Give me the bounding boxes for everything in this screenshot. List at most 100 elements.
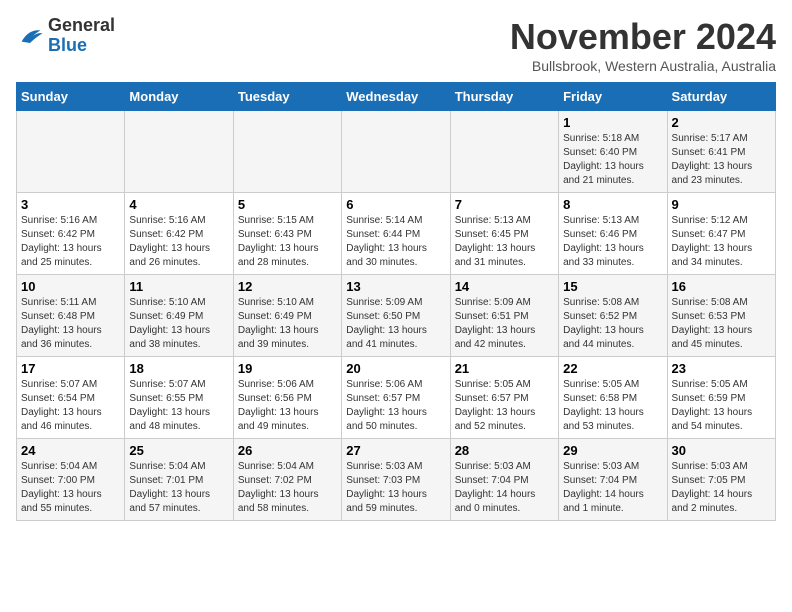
calendar-cell: 25 Sunrise: 5:04 AM Sunset: 7:01 PM Dayli… — [125, 439, 233, 521]
day-number: 6 — [346, 197, 445, 212]
header-sunday: Sunday — [17, 83, 125, 111]
day-number: 28 — [455, 443, 554, 458]
calendar-cell: 9 Sunrise: 5:12 AM Sunset: 6:47 PM Daylig… — [667, 193, 775, 275]
header-thursday: Thursday — [450, 83, 558, 111]
day-number: 26 — [238, 443, 337, 458]
calendar-cell: 3 Sunrise: 5:16 AM Sunset: 6:42 PM Daylig… — [17, 193, 125, 275]
calendar-cell: 11Sunrise: 5:10 AM Sunset: 6:49 PM Dayli… — [125, 275, 233, 357]
calendar-cell: 10 Sunrise: 5:11 AM Sunset: 6:48 PM Dayli… — [17, 275, 125, 357]
week-row-5: 24 Sunrise: 5:04 AM Sunset: 7:00 PM Dayli… — [17, 439, 776, 521]
calendar-cell: 16 Sunrise: 5:08 AM Sunset: 6:53 PM Dayli… — [667, 275, 775, 357]
day-info: Sunrise: 5:04 AM Sunset: 7:00 PM Dayligh… — [21, 460, 120, 516]
day-number: 19 — [238, 361, 337, 376]
week-row-2: 3 Sunrise: 5:16 AM Sunset: 6:42 PM Daylig… — [17, 193, 776, 275]
header-monday: Monday — [125, 83, 233, 111]
day-info: Sunrise: 5:05 AM Sunset: 6:58 PM Dayligh… — [563, 378, 662, 434]
day-number: 2 — [672, 115, 771, 130]
calendar-cell: 23Sunrise: 5:05 AM Sunset: 6:59 PM Dayli… — [667, 357, 775, 439]
day-number: 22 — [563, 361, 662, 376]
day-info: Sunrise: 5:18 AM Sunset: 6:40 PM Dayligh… — [563, 132, 662, 188]
calendar-header-row: SundayMondayTuesdayWednesdayThursdayFrid… — [17, 83, 776, 111]
day-number: 14 — [455, 279, 554, 294]
day-info: Sunrise: 5:16 AM Sunset: 6:42 PM Dayligh… — [21, 214, 120, 270]
day-info: Sunrise: 5:13 AM Sunset: 6:46 PM Dayligh… — [563, 214, 662, 270]
day-info: Sunrise: 5:06 AM Sunset: 6:56 PM Dayligh… — [238, 378, 337, 434]
day-number: 8 — [563, 197, 662, 212]
week-row-1: 1 Sunrise: 5:18 AM Sunset: 6:40 PM Daylig… — [17, 111, 776, 193]
calendar-cell: 26 Sunrise: 5:04 AM Sunset: 7:02 PM Dayli… — [233, 439, 341, 521]
header-saturday: Saturday — [667, 83, 775, 111]
calendar-cell: 21 Sunrise: 5:05 AM Sunset: 6:57 PM Dayli… — [450, 357, 558, 439]
logo-text: General Blue — [48, 16, 115, 56]
day-number: 3 — [21, 197, 120, 212]
week-row-3: 10 Sunrise: 5:11 AM Sunset: 6:48 PM Dayli… — [17, 275, 776, 357]
month-title: November 2024 — [510, 16, 776, 58]
day-number: 27 — [346, 443, 445, 458]
calendar-cell: 22 Sunrise: 5:05 AM Sunset: 6:58 PM Dayli… — [559, 357, 667, 439]
day-number: 4 — [129, 197, 228, 212]
day-info: Sunrise: 5:05 AM Sunset: 6:57 PM Dayligh… — [455, 378, 554, 434]
day-number: 12 — [238, 279, 337, 294]
day-info: Sunrise: 5:16 AM Sunset: 6:42 PM Dayligh… — [129, 214, 228, 270]
day-info: Sunrise: 5:04 AM Sunset: 7:01 PM Dayligh… — [129, 460, 228, 516]
calendar-cell — [233, 111, 341, 193]
day-info: Sunrise: 5:08 AM Sunset: 6:52 PM Dayligh… — [563, 296, 662, 352]
day-number: 10 — [21, 279, 120, 294]
day-number: 11 — [129, 279, 228, 294]
logo: General Blue — [16, 16, 115, 56]
day-info: Sunrise: 5:03 AM Sunset: 7:05 PM Dayligh… — [672, 460, 771, 516]
day-info: Sunrise: 5:07 AM Sunset: 6:55 PM Dayligh… — [129, 378, 228, 434]
calendar-cell: 27 Sunrise: 5:03 AM Sunset: 7:03 PM Dayli… — [342, 439, 450, 521]
day-number: 16 — [672, 279, 771, 294]
calendar-cell: 30Sunrise: 5:03 AM Sunset: 7:05 PM Dayli… — [667, 439, 775, 521]
calendar-cell: 8 Sunrise: 5:13 AM Sunset: 6:46 PM Daylig… — [559, 193, 667, 275]
calendar-table: SundayMondayTuesdayWednesdayThursdayFrid… — [16, 82, 776, 521]
calendar-cell: 7 Sunrise: 5:13 AM Sunset: 6:45 PM Daylig… — [450, 193, 558, 275]
day-number: 9 — [672, 197, 771, 212]
day-info: Sunrise: 5:03 AM Sunset: 7:03 PM Dayligh… — [346, 460, 445, 516]
calendar-cell — [450, 111, 558, 193]
day-number: 13 — [346, 279, 445, 294]
logo-icon — [16, 22, 44, 50]
calendar-cell: 14 Sunrise: 5:09 AM Sunset: 6:51 PM Dayli… — [450, 275, 558, 357]
day-info: Sunrise: 5:12 AM Sunset: 6:47 PM Dayligh… — [672, 214, 771, 270]
day-info: Sunrise: 5:09 AM Sunset: 6:51 PM Dayligh… — [455, 296, 554, 352]
day-info: Sunrise: 5:15 AM Sunset: 6:43 PM Dayligh… — [238, 214, 337, 270]
day-number: 21 — [455, 361, 554, 376]
day-info: Sunrise: 5:08 AM Sunset: 6:53 PM Dayligh… — [672, 296, 771, 352]
day-number: 5 — [238, 197, 337, 212]
calendar-cell: 12 Sunrise: 5:10 AM Sunset: 6:49 PM Dayli… — [233, 275, 341, 357]
day-info: Sunrise: 5:05 AM Sunset: 6:59 PM Dayligh… — [672, 378, 771, 434]
day-info: Sunrise: 5:17 AM Sunset: 6:41 PM Dayligh… — [672, 132, 771, 188]
header-friday: Friday — [559, 83, 667, 111]
calendar-cell: 28 Sunrise: 5:03 AM Sunset: 7:04 PM Dayli… — [450, 439, 558, 521]
calendar-cell: 18Sunrise: 5:07 AM Sunset: 6:55 PM Dayli… — [125, 357, 233, 439]
day-number: 17 — [21, 361, 120, 376]
calendar-cell: 17 Sunrise: 5:07 AM Sunset: 6:54 PM Dayli… — [17, 357, 125, 439]
day-number: 24 — [21, 443, 120, 458]
day-info: Sunrise: 5:06 AM Sunset: 6:57 PM Dayligh… — [346, 378, 445, 434]
day-number: 25 — [129, 443, 228, 458]
calendar-cell: 1 Sunrise: 5:18 AM Sunset: 6:40 PM Daylig… — [559, 111, 667, 193]
day-info: Sunrise: 5:03 AM Sunset: 7:04 PM Dayligh… — [455, 460, 554, 516]
day-info: Sunrise: 5:04 AM Sunset: 7:02 PM Dayligh… — [238, 460, 337, 516]
day-number: 7 — [455, 197, 554, 212]
day-number: 1 — [563, 115, 662, 130]
header: General Blue November 2024 Bullsbrook, W… — [16, 16, 776, 74]
location-subtitle: Bullsbrook, Western Australia, Australia — [510, 58, 776, 74]
calendar-body: 1 Sunrise: 5:18 AM Sunset: 6:40 PM Daylig… — [17, 111, 776, 521]
day-info: Sunrise: 5:13 AM Sunset: 6:45 PM Dayligh… — [455, 214, 554, 270]
day-info: Sunrise: 5:10 AM Sunset: 6:49 PM Dayligh… — [238, 296, 337, 352]
day-info: Sunrise: 5:07 AM Sunset: 6:54 PM Dayligh… — [21, 378, 120, 434]
calendar-cell — [17, 111, 125, 193]
day-info: Sunrise: 5:11 AM Sunset: 6:48 PM Dayligh… — [21, 296, 120, 352]
calendar-cell: 5 Sunrise: 5:15 AM Sunset: 6:43 PM Daylig… — [233, 193, 341, 275]
day-info: Sunrise: 5:14 AM Sunset: 6:44 PM Dayligh… — [346, 214, 445, 270]
calendar-cell: 29Sunrise: 5:03 AM Sunset: 7:04 PM Dayli… — [559, 439, 667, 521]
title-area: November 2024 Bullsbrook, Western Austra… — [510, 16, 776, 74]
day-number: 20 — [346, 361, 445, 376]
calendar-cell: 20 Sunrise: 5:06 AM Sunset: 6:57 PM Dayli… — [342, 357, 450, 439]
calendar-cell: 2 Sunrise: 5:17 AM Sunset: 6:41 PM Daylig… — [667, 111, 775, 193]
day-info: Sunrise: 5:09 AM Sunset: 6:50 PM Dayligh… — [346, 296, 445, 352]
day-info: Sunrise: 5:03 AM Sunset: 7:04 PM Dayligh… — [563, 460, 662, 516]
